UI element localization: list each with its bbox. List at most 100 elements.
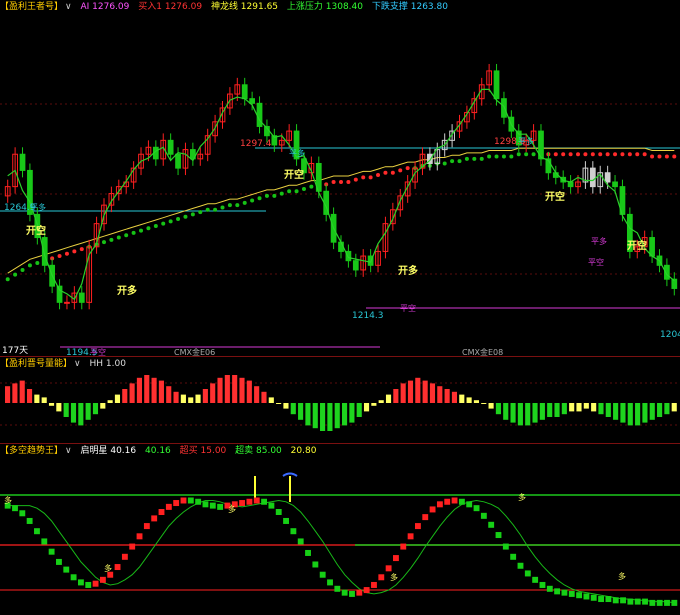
trend-block — [642, 598, 648, 605]
trend-dot — [250, 198, 255, 203]
trend-block — [319, 571, 326, 578]
trend-block — [261, 498, 268, 505]
trend-dot — [613, 152, 618, 157]
price-chart: 1297.41298.81264.91194.51214.31204177天CM… — [0, 63, 680, 356]
trend-dot — [205, 207, 210, 212]
signal-label: 平多 — [518, 136, 534, 146]
trend-dot — [101, 240, 106, 245]
trend-dot — [20, 267, 25, 272]
volume-bar — [188, 397, 194, 403]
trend-block — [539, 581, 546, 588]
trend-block — [217, 503, 224, 510]
volume-bar — [532, 403, 538, 423]
volume-bar — [34, 394, 40, 403]
trend-block — [136, 533, 143, 540]
trend-block — [129, 543, 136, 550]
volume-bar — [48, 403, 55, 406]
trend-dot — [457, 159, 462, 164]
signal-label: 开多 — [117, 284, 137, 297]
volume-bar — [569, 403, 575, 412]
volume-bar — [224, 375, 230, 403]
candle-body — [352, 260, 359, 271]
candle-body — [604, 172, 611, 183]
trend-dot — [146, 226, 151, 231]
volume-bar — [642, 403, 648, 423]
trend-dot — [605, 152, 610, 157]
trend-dot — [583, 152, 588, 157]
trend-block — [85, 581, 92, 588]
buy-value: 买入1 1276.09 — [138, 2, 203, 12]
vol-chevron-icon[interactable]: ∨ — [74, 359, 81, 369]
volume-bar — [576, 403, 582, 412]
trend-dot — [664, 154, 669, 159]
volume-bar — [320, 403, 326, 431]
osc-title[interactable]: 【多空趋势王】 — [0, 446, 63, 456]
trend-dot — [405, 166, 410, 171]
trend-block — [634, 598, 641, 605]
volume-bar — [12, 383, 18, 403]
trend-block — [568, 590, 575, 597]
trend-block — [275, 509, 282, 515]
volume-bar — [246, 380, 252, 403]
trend-dot — [301, 186, 306, 191]
volume-bar — [583, 403, 589, 409]
trend-dot — [635, 152, 640, 157]
trend-dot — [35, 261, 40, 265]
volume-bar — [217, 377, 223, 403]
candle-body — [567, 181, 574, 188]
volume-bar — [283, 403, 289, 409]
spike-cap — [282, 472, 298, 477]
trend-dot — [161, 221, 166, 226]
trend-block — [429, 506, 436, 513]
trend-block — [70, 574, 77, 581]
candle-body — [175, 153, 181, 169]
trend-dot — [139, 228, 144, 233]
candle-body — [589, 167, 596, 188]
volume-bar — [5, 386, 11, 403]
trend-dot — [650, 154, 655, 159]
candle-body — [241, 84, 248, 100]
trend-dot — [361, 175, 366, 180]
trend-dot — [376, 173, 381, 178]
main-title[interactable]: 【盈利王者号】 — [0, 2, 63, 12]
trend-dot — [153, 223, 158, 228]
volume-bar — [598, 403, 604, 415]
trend-dot — [5, 277, 10, 282]
osc-chevron-icon[interactable]: ∨ — [65, 446, 72, 456]
volume-bar — [393, 389, 399, 403]
volume-bar — [261, 391, 267, 403]
volume-bar — [41, 397, 47, 403]
trend-dot — [198, 210, 203, 215]
trend-block — [400, 543, 407, 550]
volume-bar — [525, 403, 531, 426]
trend-block — [436, 501, 443, 508]
signal-line — [7, 499, 675, 604]
trend-dot — [346, 180, 351, 184]
vol-title[interactable]: 【盈利晋号量能】 — [0, 359, 72, 369]
volume-bar — [517, 403, 523, 426]
trend-block — [114, 564, 121, 571]
candle-body — [167, 139, 174, 155]
volume-bar — [437, 386, 443, 403]
trend-block — [422, 514, 429, 521]
trend-dot — [264, 193, 269, 198]
trend-block — [444, 498, 451, 505]
overbuy-value: 超买 15.00 — [179, 446, 227, 456]
trend-block — [297, 538, 304, 545]
trend-block — [488, 521, 495, 528]
trend-dot — [561, 152, 566, 157]
trend-dot — [383, 170, 388, 175]
volume-bar — [444, 389, 450, 403]
volume-bar — [312, 403, 318, 429]
trend-block — [458, 498, 465, 505]
volume-bar — [605, 403, 611, 417]
trend-block — [620, 597, 626, 604]
trend-block — [407, 533, 414, 540]
volume-bar — [591, 403, 597, 412]
main-chevron-icon[interactable]: ∨ — [65, 2, 72, 12]
volume-bar — [327, 403, 333, 431]
trend-block — [546, 585, 553, 592]
trend-dot — [353, 177, 358, 182]
trend-block — [473, 505, 480, 512]
volume-bar — [671, 403, 677, 412]
